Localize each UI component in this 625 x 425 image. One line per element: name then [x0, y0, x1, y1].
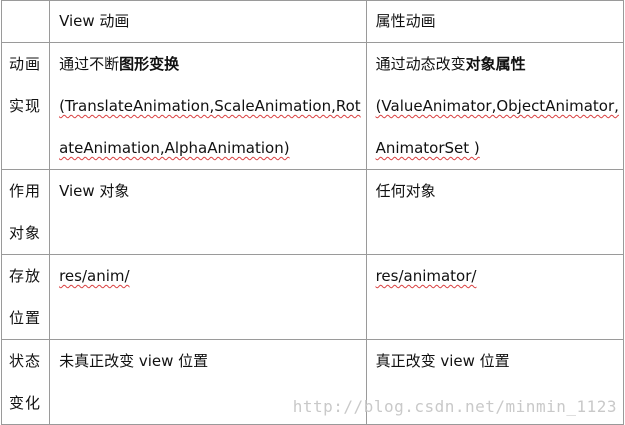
row-label: 动画 实现 [9, 55, 42, 115]
row-label-cell: 状态 变化 [0, 339, 51, 425]
property-animation-cell: 通过动态改变对象属性 (ValueAnimator,ObjectAnimator… [365, 42, 625, 170]
row-label-cell: 存放 位置 [0, 254, 51, 340]
row-label: 状态 变化 [9, 352, 42, 412]
row-label: 存放 位置 [9, 267, 42, 327]
view-animation-cell: 未真正改变 view 位置 [49, 339, 367, 425]
view-animation-cell: 通过不断图形变换 (TranslateAnimation,ScaleAnimat… [49, 42, 367, 170]
header-view-animation: View 动画 [59, 12, 130, 30]
header-property-animation: 属性动画 [375, 12, 436, 30]
property-animation-cell: 任何对象 [365, 169, 625, 255]
row-label-cell: 动画 实现 [0, 42, 51, 170]
row-label-cell: 作用 对象 [0, 169, 51, 255]
header-row: View 动画 属性动画 [0, 0, 625, 43]
table-row: 状态 变化 未真正改变 view 位置 真正改变 view 位置 [0, 339, 625, 425]
property-animation-cell: 真正改变 view 位置 [365, 339, 625, 425]
view-animation-cell: res/anim/ [49, 254, 367, 340]
table-row: 存放 位置 res/anim/ res/animator/ [0, 254, 625, 340]
table-row: 动画 实现 通过不断图形变换 (TranslateAnimation,Scale… [0, 42, 625, 170]
comparison-table: View 动画 属性动画 动画 实现 通过不断图形变换 (TranslateAn… [0, 0, 625, 425]
row-label: 作用 对象 [9, 182, 42, 242]
property-animation-cell: res/animator/ [365, 254, 625, 340]
view-animation-cell: View 对象 [49, 169, 367, 255]
header-cell-empty [0, 0, 51, 43]
table-row: 作用 对象 View 对象 任何对象 [0, 169, 625, 255]
header-cell-view-animation: View 动画 [49, 0, 367, 43]
header-cell-property-animation: 属性动画 [365, 0, 625, 43]
